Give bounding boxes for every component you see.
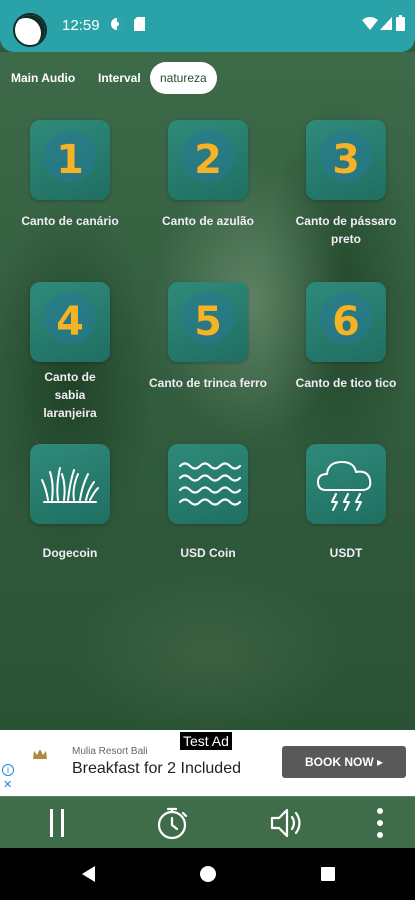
ad-banner[interactable]: Test Ad Mulia Resort Bali Breakfast for … <box>0 730 415 796</box>
status-time: 12:59 <box>62 17 100 34</box>
volume-icon <box>270 808 301 838</box>
data-saver-icon <box>110 17 124 34</box>
tile-number: 6 <box>332 299 360 345</box>
signal-icon <box>380 17 392 33</box>
advertiser-logo <box>20 748 60 782</box>
ad-label: Test Ad <box>180 732 232 750</box>
grass-icon <box>41 467 99 503</box>
timer-button[interactable] <box>154 805 190 841</box>
sd-card-icon <box>134 17 145 34</box>
ad-close-icon[interactable]: ✕ <box>3 778 12 791</box>
tile-dogecoin[interactable] <box>30 444 110 524</box>
pause-button[interactable] <box>40 805 76 841</box>
tile-caption: USDT <box>329 546 363 560</box>
system-nav-bar <box>0 848 415 900</box>
tile-canto-de-passaro-preto[interactable]: 3 <box>306 120 386 200</box>
tile-canto-de-tico-tico[interactable]: 6 <box>306 282 386 362</box>
timer-icon <box>157 807 188 840</box>
tile-caption: Dogecoin <box>42 546 98 560</box>
pause-icon <box>50 809 64 837</box>
tile-number: 3 <box>332 137 360 183</box>
ad-advertiser: Mulia Resort Bali <box>72 746 148 757</box>
tile-caption: USD Coin <box>180 546 236 560</box>
tile-number: 1 <box>56 137 84 183</box>
app-logo-icon <box>13 13 47 47</box>
tile-canto-de-azulao[interactable]: 2 <box>168 120 248 200</box>
status-bar: 12:59 <box>0 0 415 52</box>
back-icon <box>82 866 95 882</box>
back-button[interactable] <box>68 848 108 900</box>
tab-natureza[interactable]: natureza <box>150 62 217 94</box>
book-now-button[interactable]: BOOK NOW ▸ <box>282 746 406 778</box>
recents-button[interactable] <box>308 848 348 900</box>
tile-canto-de-canario[interactable]: 1 <box>30 120 110 200</box>
home-icon <box>200 866 216 882</box>
tile-usd-coin[interactable] <box>168 444 248 524</box>
ad-headline: Breakfast for 2 Included <box>72 760 241 777</box>
ad-info-icon[interactable]: i <box>2 764 14 776</box>
tile-caption: Canto de canário <box>21 214 119 228</box>
tile-usdt[interactable] <box>306 444 386 524</box>
tile-number: 2 <box>194 137 222 183</box>
main-content: Main Audio Interval natureza 1 Canto de … <box>0 52 415 730</box>
player-controls <box>0 796 415 848</box>
tab-interval[interactable]: Interval <box>98 62 141 94</box>
tab-main-audio[interactable]: Main Audio <box>11 62 75 94</box>
tile-caption: Canto de pássaro preto <box>295 214 397 246</box>
more-vertical-icon <box>377 808 383 838</box>
tile-caption: Canto de sabia laranjeira <box>43 370 97 420</box>
tile-canto-de-sabia-laranjeira[interactable]: 4 <box>30 282 110 362</box>
volume-button[interactable] <box>268 805 304 841</box>
waves-icon <box>178 462 242 506</box>
tile-number: 4 <box>56 299 84 345</box>
crown-icon <box>33 749 47 759</box>
more-menu-button[interactable] <box>362 805 398 841</box>
tile-number: 5 <box>194 299 222 345</box>
home-button[interactable] <box>188 848 228 900</box>
tile-caption: Canto de tico tico <box>295 376 397 390</box>
recents-icon <box>321 867 335 881</box>
tile-caption: Canto de azulão <box>161 214 254 228</box>
tile-canto-de-trinca-ferro[interactable]: 5 <box>168 282 248 362</box>
wifi-icon <box>362 17 378 33</box>
tile-caption: Canto de trinca ferro <box>148 376 268 390</box>
storm-cloud-icon <box>317 461 372 511</box>
tab-bar: Main Audio Interval natureza <box>0 62 415 96</box>
battery-icon <box>396 15 405 34</box>
